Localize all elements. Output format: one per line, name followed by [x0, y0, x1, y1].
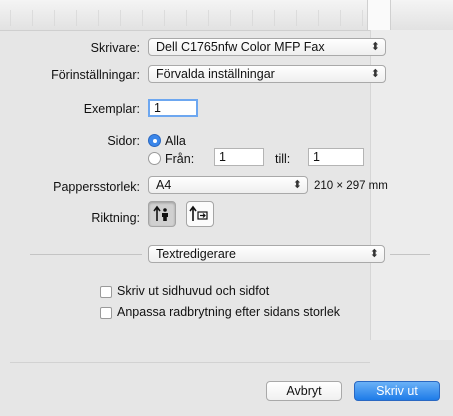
paper-label: Pappersstorlek: [53, 180, 140, 194]
portrait-orientation-icon [153, 205, 168, 221]
bottom-separator [10, 362, 370, 363]
separator-right [390, 254, 430, 255]
preview-strip [0, 0, 453, 31]
pages-from-label: Från: [165, 152, 195, 166]
print-button[interactable]: Skriv ut [354, 381, 440, 401]
paper-value: A4 [156, 178, 172, 192]
pages-all-label: Alla [165, 134, 186, 148]
cancel-button[interactable]: Avbryt [266, 381, 342, 401]
updown-arrows-icon: ⬍ [369, 248, 379, 260]
updown-arrows-icon: ⬍ [292, 179, 302, 191]
pages-to-input[interactable]: 1 [308, 148, 364, 166]
rewrap-checkbox[interactable] [100, 307, 112, 319]
paper-popup[interactable]: A4 ⬍ [148, 176, 308, 194]
landscape-button[interactable] [186, 201, 214, 227]
pages-from-input[interactable]: 1 [214, 148, 264, 166]
updown-arrows-icon: ⬍ [370, 41, 380, 53]
header-footer-label: Skriv ut sidhuvud och sidfot [117, 284, 270, 298]
rewrap-label: Anpassa radbrytning efter sidans storlek [117, 305, 341, 319]
separator-left [30, 254, 142, 255]
header-footer-checkbox[interactable] [100, 286, 112, 298]
portrait-button[interactable] [148, 201, 176, 227]
presets-popup[interactable]: Förvalda inställningar ⬍ [148, 65, 386, 83]
section-popup-value: Textredigerare [156, 247, 236, 261]
orientation-label: Riktning: [91, 211, 140, 225]
updown-arrows-icon: ⬍ [370, 68, 380, 80]
pages-range-radio[interactable] [148, 152, 161, 165]
preview-sheet-edge [367, 0, 391, 30]
landscape-orientation-icon [189, 205, 208, 221]
copies-input[interactable]: 1 [148, 99, 198, 117]
printer-label: Skrivare: [90, 41, 140, 55]
preview-ruler [10, 10, 363, 26]
printer-value: Dell C1765nfw Color MFP Fax [156, 40, 325, 54]
presets-value: Förvalda inställningar [156, 67, 275, 81]
section-popup[interactable]: Textredigerare ⬍ [148, 245, 385, 263]
pages-to-label: till: [275, 152, 291, 166]
presets-label: Förinställningar: [51, 68, 140, 82]
pages-label: Sidor: [107, 134, 140, 148]
paper-dimensions: 210 × 297 mm [314, 180, 388, 192]
copies-label: Exemplar: [83, 102, 140, 116]
pages-all-radio[interactable] [148, 134, 161, 147]
printer-popup[interactable]: Dell C1765nfw Color MFP Fax ⬍ [148, 38, 386, 56]
